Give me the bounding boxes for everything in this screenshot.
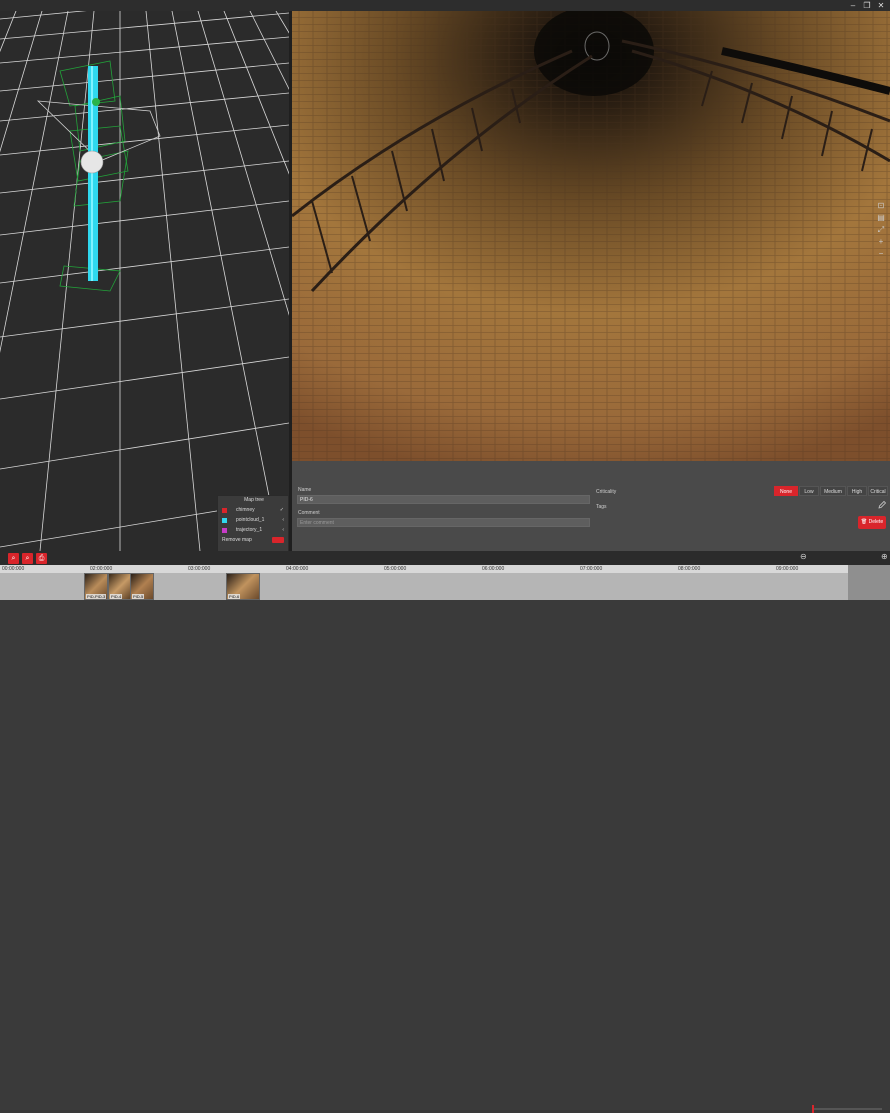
remove-map-row: Remove map [222,536,286,545]
criticality-high-button[interactable]: High [847,486,867,496]
criticality-low-button[interactable]: Low [799,486,819,496]
tick-label: 09:00:000 [776,566,799,572]
tick-label: 03:00:000 [188,566,211,572]
layer-label: pointcloud_1 [236,517,265,523]
trajectory-node [92,98,100,106]
chevron-left-icon[interactable]: ‹ [282,526,284,535]
layer-item-pointcloud[interactable]: pointcloud_1 ‹ [222,516,286,525]
timeline-thumbnail[interactable]: PID-4 [108,573,132,600]
timeline-end-region [848,565,890,600]
layer-label: trajectory_1 [236,527,263,533]
criticality-none-button[interactable]: None [774,486,798,496]
tick-label: 08:00:000 [678,566,701,572]
restore-button[interactable]: ❐ [862,1,872,10]
check-icon[interactable]: ✓ [280,506,284,515]
delete-button[interactable]: 🗑 Delete [858,516,886,529]
remove-map-label: Remove map [222,537,252,543]
tick-label: 06:00:000 [482,566,505,572]
layer-item-trajectory[interactable]: trajectory_1 ‹ [222,526,286,535]
timeline-thumbnail[interactable]: PID-PID-3 [84,573,108,600]
thumbnail-label: PID-6 [228,594,241,599]
timeline-thumbnail[interactable]: PID-6 [226,573,260,600]
layer-color-swatch [222,508,227,513]
remove-map-button[interactable] [272,537,284,543]
map-tree-panel: Map tree chimney ✓ pointcloud_1 ‹ trajec… [217,495,289,553]
point-detail-panel: Name PID-6 Comment Enter comment Critica… [292,461,890,551]
zoom-in-icon[interactable]: + [876,237,886,247]
camera-position-marker[interactable] [80,150,104,174]
layer-color-swatch [222,528,227,533]
comment-label: Comment [298,510,320,516]
lock-icon[interactable]: ⊡ [876,201,886,211]
3d-viewport[interactable] [0,11,289,551]
map-tree-title: Map tree [244,497,264,503]
criticality-label: Criticality [596,489,617,495]
tick-label: 00:00:000 [2,566,25,572]
zoom-fit-icon[interactable]: ⌕ [22,553,33,564]
timeline-ruler[interactable]: 00:00:000 02:00:000 03:00:000 04:00:000 … [0,565,890,573]
tunnel-image [292,11,890,461]
timeline-zoom-slider[interactable] [812,1105,882,1113]
layer-item-chimney[interactable]: chimney ✓ [222,506,286,515]
timeline-track[interactable]: PID-PID-3 PID-4 PID-5 PID-6 [0,573,848,600]
pointcloud-highlight [91,66,93,281]
tick-label: 07:00:000 [580,566,603,572]
trajectory-frame [36,100,161,162]
thumbnail-label: PID-4 [110,594,123,599]
zoom-search-icon[interactable]: ⌕ [8,553,19,564]
layer-color-swatch [222,518,227,523]
image-tools: ⊡ ▤ ⤢ + − [876,201,888,261]
ground-grid [0,11,289,551]
delete-label: Delete [868,519,884,525]
bottom-toolbar: ⌕ ⌕ ⎙ ⊖ ⊕ [0,551,890,1113]
layers-icon[interactable]: ▤ [876,213,886,223]
name-label: Name [298,487,312,493]
close-button[interactable]: ✕ [876,1,886,10]
layer-label: chimney [236,507,255,513]
pencil-icon[interactable] [877,500,887,510]
tags-label: Tags [596,504,607,510]
tick-label: 05:00:000 [384,566,407,572]
tick-label: 04:00:000 [286,566,309,572]
slider-handle[interactable] [812,1105,814,1113]
fit-icon[interactable]: ⤢ [876,225,886,235]
zoom-in-timeline-icon[interactable]: ⊕ [881,552,888,561]
export-icon[interactable]: ⎙ [36,553,47,564]
criticality-critical-button[interactable]: Critical [868,486,888,496]
name-field[interactable]: PID-6 [297,495,590,504]
tick-label: 02:00:000 [90,566,113,572]
image-viewer[interactable]: ⊡ ▤ ⤢ + − [292,11,890,461]
minimize-button[interactable]: – [848,1,858,10]
thumbnail-label: PID-PID-3 [86,594,107,599]
zoom-out-icon[interactable]: − [876,249,886,259]
comment-field[interactable]: Enter comment [297,518,590,527]
chevron-left-icon[interactable]: ‹ [282,516,284,525]
3d-scene [0,11,289,551]
criticality-medium-button[interactable]: Medium [820,486,846,496]
zoom-out-timeline-icon[interactable]: ⊖ [800,552,807,561]
thumbnail-label: PID-5 [132,594,145,599]
timeline-thumbnail[interactable]: PID-5 [130,573,154,600]
